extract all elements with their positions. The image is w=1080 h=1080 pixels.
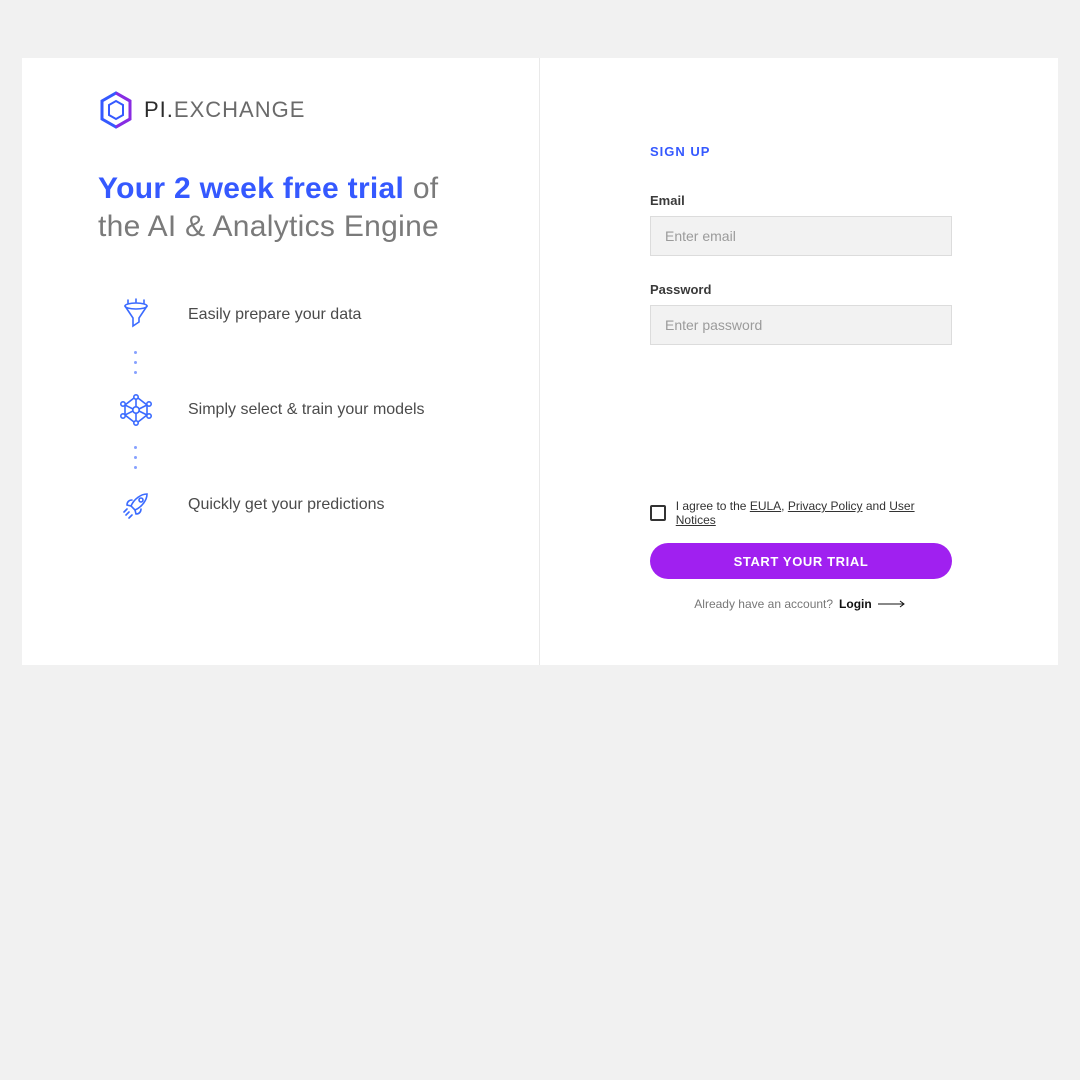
headline: Your 2 week free trial of the AI & Analy… <box>98 170 489 245</box>
agree-checkbox[interactable] <box>650 505 666 521</box>
hexagon-icon <box>98 92 134 128</box>
already-have-account-text: Already have an account? <box>694 597 833 611</box>
eula-link[interactable]: EULA <box>750 499 781 513</box>
funnel-icon <box>118 297 154 333</box>
feature-label: Simply select & train your models <box>188 401 425 419</box>
brand-logo: PI.EXCHANGE <box>98 92 489 128</box>
password-field[interactable] <box>650 305 952 345</box>
login-link[interactable]: Login <box>839 597 872 611</box>
form-title: SIGN UP <box>650 144 952 159</box>
feature-predictions: Quickly get your predictions <box>118 487 489 523</box>
password-label: Password <box>650 282 952 297</box>
dotted-connector <box>134 446 489 469</box>
network-icon <box>118 392 154 428</box>
agree-text: I agree to the EULA, Privacy Policy and … <box>676 499 952 527</box>
rocket-icon <box>118 487 154 523</box>
email-label: Email <box>650 193 952 208</box>
privacy-policy-link[interactable]: Privacy Policy <box>788 499 863 513</box>
dotted-connector <box>134 351 489 374</box>
feature-label: Quickly get your predictions <box>188 496 385 514</box>
start-trial-button[interactable]: START YOUR TRIAL <box>650 543 952 579</box>
feature-train-models: Simply select & train your models <box>118 392 489 428</box>
brand-name: PI.EXCHANGE <box>144 97 305 123</box>
feature-label: Easily prepare your data <box>188 306 361 324</box>
feature-list: Easily prepare your data Simply select &… <box>118 297 489 523</box>
arrow-right-icon <box>878 597 908 611</box>
feature-prepare-data: Easily prepare your data <box>118 297 489 333</box>
email-field[interactable] <box>650 216 952 256</box>
